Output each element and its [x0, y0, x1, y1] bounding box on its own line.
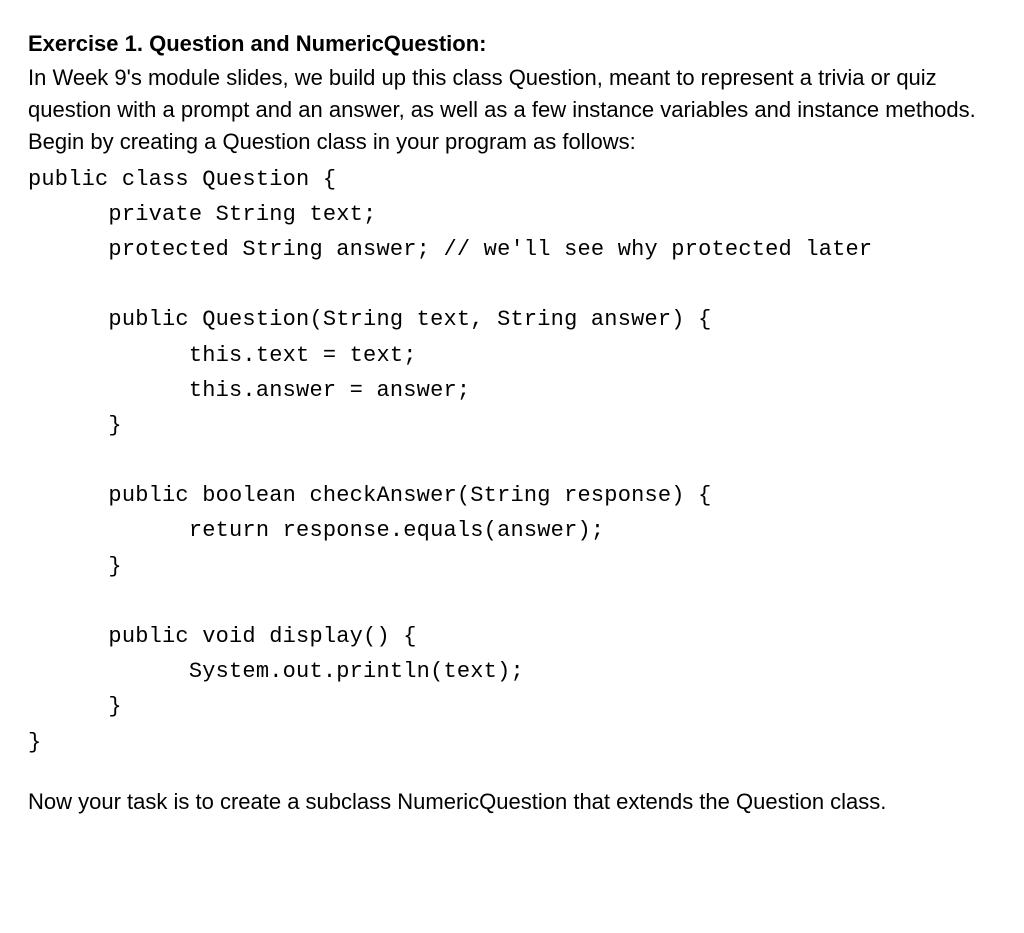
intro-paragraph: In Week 9's module slides, we build up t…: [28, 62, 996, 158]
exercise-heading-text: Exercise 1. Question and NumericQuestion…: [28, 31, 486, 56]
exercise-heading: Exercise 1. Question and NumericQuestion…: [28, 28, 996, 60]
code-listing: public class Question { private String t…: [28, 162, 996, 760]
outro-paragraph: Now your task is to create a subclass Nu…: [28, 786, 996, 818]
